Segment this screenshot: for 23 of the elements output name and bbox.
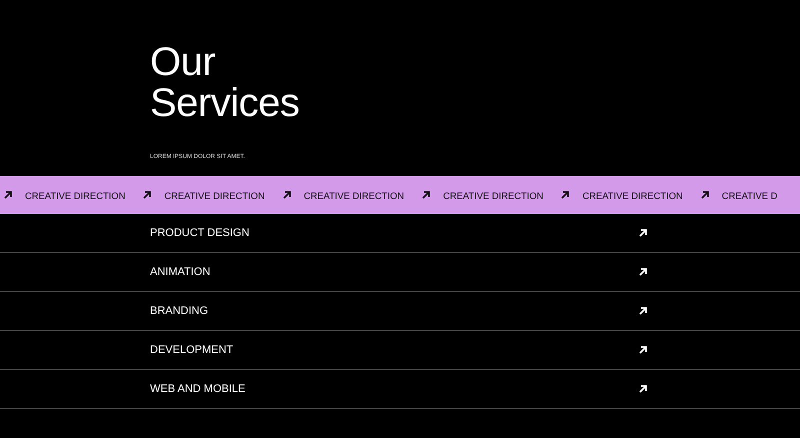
marquee-text: CREATIVE DIRECTION [25,190,126,200]
arrow-icon [638,267,648,277]
arrow-icon [700,190,710,200]
arrow-icon [638,228,648,238]
arrow-icon [3,190,13,200]
service-label[interactable]: DEVELOPMENT [150,344,638,356]
service-label[interactable]: ANIMATION [150,266,638,278]
arrow-icon [638,384,648,394]
arrow-icon [638,345,648,355]
marquee-text: CREATIVE D [722,190,778,200]
marquee-text: CREATIVE DIRECTION [582,190,683,200]
marquee-text: CREATIVE DIRECTION [304,190,404,200]
arrow-icon [638,306,648,316]
service-label[interactable]: WEB AND MOBILE [150,383,638,395]
page-title: Our Services [150,42,300,124]
marquee-text: CREATIVE DIRECTION [443,190,544,200]
arrow-icon [421,190,432,200]
service-label[interactable]: BRANDING [150,305,638,317]
arrow-icon [142,190,152,200]
marquee-text: CREATIVE DIRECTION [164,190,265,200]
service-label[interactable]: PRODUCT DESIGN [150,227,638,239]
arrow-icon [560,190,570,200]
arrow-icon [282,190,292,200]
